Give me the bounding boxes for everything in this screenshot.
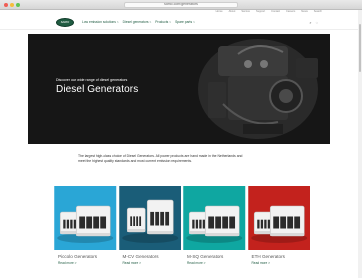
product-card-title[interactable]: ETH Generators [252,254,285,259]
product-cards: Piccolo Generators Read more > M-CV Genera… [54,186,310,276]
browser-titlebar: sdmo.com/generators [0,0,362,10]
address-bar-url: sdmo.com/generators [164,2,198,7]
hero-subtitle: Discover our wide range of diesel genera… [56,78,128,82]
utility-link[interactable]: News [301,10,308,14]
nav-menu-label: Products [155,20,169,24]
chevron-right-icon: > [193,20,195,24]
utility-link[interactable]: Support [256,10,265,14]
product-card-image[interactable] [118,186,182,250]
chevron-right-icon: > [116,20,119,24]
nav-menu-item[interactable]: Spare parts > [175,20,195,25]
generator-image [183,186,246,250]
utility-link[interactable]: Service [241,10,250,14]
nav-menu-item[interactable]: Low emission solutions > [82,20,119,25]
product-card-image[interactable] [183,186,246,250]
product-card[interactable]: ETH Generators Read more > [247,186,311,276]
nav-menu-label: Diesel generators [122,20,149,24]
nav-menu-item[interactable]: Diesel generators > [123,20,152,25]
address-bar[interactable]: sdmo.com/generators [124,2,238,8]
read-more-link[interactable]: Read more > [123,261,142,265]
search-icon[interactable]: ⌕ [309,20,311,25]
generator-image [118,186,181,250]
read-more-link[interactable]: Read more > [252,261,271,265]
page-scrollbar[interactable] [358,10,362,278]
product-card[interactable]: M-SQ Generators Read more > [183,186,246,276]
product-card[interactable]: Piccolo Generators Read more > [54,186,117,276]
scrollbar-thumb[interactable] [359,24,361,72]
browser-window: sdmo.com/generators Home About Service Supp… [0,0,362,278]
generator-image [54,186,117,250]
product-card[interactable]: M-CV Generators Read more > [118,186,182,276]
utility-link[interactable]: About [229,10,236,14]
intro-text: The largest high-class choice of Diesel … [78,154,243,164]
chevron-right-icon: > [169,20,172,24]
utility-link[interactable]: Contact [271,10,280,14]
engine-image [188,34,330,144]
nav-menu: Low emission solutions > Diesel generators… [82,20,195,25]
nav-icons: ⌕ ◌ [309,20,318,25]
product-card-image[interactable] [54,186,117,250]
product-card-image[interactable] [247,186,311,250]
chevron-right-icon: > [149,20,152,24]
brand-logo-text: SDMO [60,20,70,25]
window-controls [4,3,20,7]
close-button[interactable] [4,3,8,7]
nav-menu-label: Low emission solutions [82,20,116,24]
utility-links: Home About Service Support Contact Careers New… [216,10,322,14]
product-card-title[interactable]: Piccolo Generators [58,254,97,259]
hero-title: Diesel Generators [56,84,139,95]
maximize-button[interactable] [16,3,20,7]
utility-bar: Home About Service Support Contact Careers New… [0,10,358,14]
utility-link[interactable]: Search [314,10,322,14]
user-icon[interactable]: ◌ [316,20,318,25]
product-card-title[interactable]: M-CV Generators [123,254,159,259]
product-card-title[interactable]: M-SQ Generators [187,254,223,259]
web-page: Home About Service Support Contact Careers New… [0,10,362,278]
main-navigation: SDMO Low emission solutions > Diesel gener… [0,16,358,30]
minimize-button[interactable] [10,3,14,7]
hero-banner: Discover our wide range of diesel genera… [28,34,330,144]
generator-image [247,186,310,250]
nav-menu-item[interactable]: Products > [155,20,171,25]
read-more-link[interactable]: Read more > [187,261,206,265]
utility-link[interactable]: Home [216,10,223,14]
nav-menu-label: Spare parts [175,20,193,24]
utility-link[interactable]: Careers [286,10,295,14]
read-more-link[interactable]: Read more > [58,261,77,265]
brand-logo[interactable]: SDMO [56,18,74,27]
